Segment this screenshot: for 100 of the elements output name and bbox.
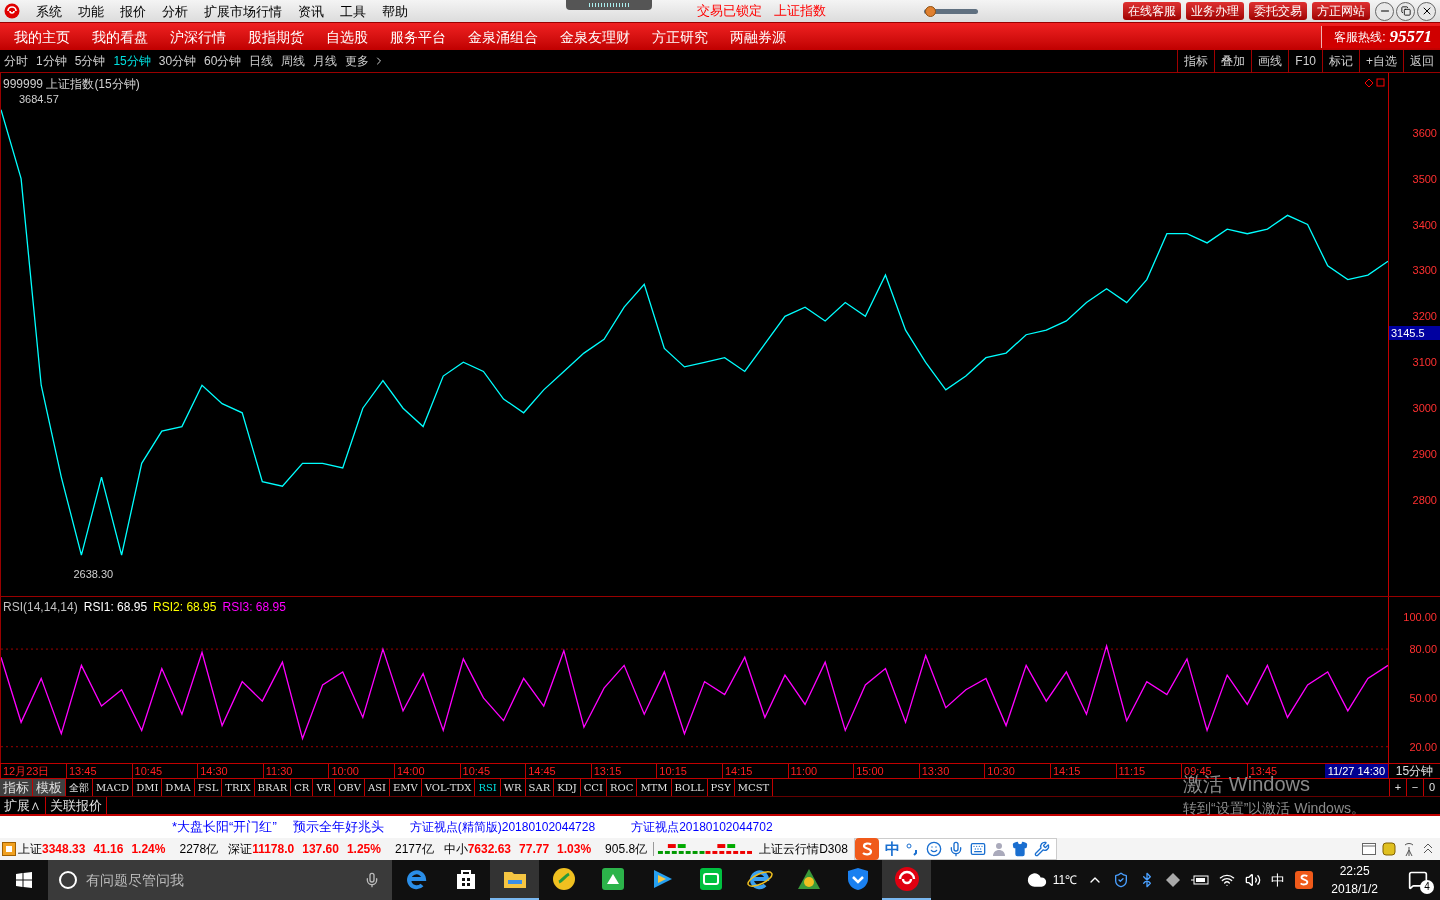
period-tab[interactable]: 5分钟 (74, 55, 106, 67)
tool-button[interactable]: 叠加 (1214, 49, 1252, 73)
quote-name: 深证 (228, 841, 253, 858)
indicator-tab[interactable]: WR (500, 779, 526, 796)
indicator-tab[interactable]: CCI (580, 779, 607, 796)
close-button[interactable] (1417, 1, 1436, 21)
time-label: 12月23日 (0, 764, 66, 778)
indicator-tab[interactable]: CR (291, 779, 314, 796)
indicator-tab[interactable]: VR (313, 779, 336, 796)
window-icon (1362, 843, 1376, 855)
indicator-tab[interactable]: 全部 (66, 779, 93, 796)
period-tab[interactable]: 60分钟 (204, 55, 242, 67)
menu-item[interactable]: 工具 (332, 4, 374, 18)
tool-button[interactable]: 返回 (1403, 49, 1440, 73)
folder-icon[interactable] (490, 860, 539, 900)
indicator-tab[interactable]: MCST (734, 779, 774, 796)
nav-item[interactable]: 股指期货 (242, 29, 310, 44)
quote-name: 上证 (18, 841, 42, 858)
period-tab[interactable]: 分时 (4, 55, 28, 67)
legend-item: RSI(14,14,14) (3, 599, 78, 616)
time-label: 15:00 (853, 764, 919, 778)
header-button[interactable]: 方正网站 (1312, 2, 1370, 20)
axis-label: 80.00 (1409, 643, 1437, 655)
zoom-button[interactable]: − (1406, 779, 1423, 796)
menu-item[interactable]: 扩展市场行情 (196, 4, 290, 18)
corner-marks-icon (1364, 78, 1386, 88)
slider-thumb[interactable] (924, 5, 936, 17)
period-tab[interactable]: 1分钟 (36, 55, 67, 67)
tool-button[interactable]: 标记 (1322, 49, 1359, 73)
nav-item[interactable]: 金泉涌组合 (462, 29, 544, 44)
index-name: 上证指数 (774, 2, 826, 21)
restore-button[interactable] (1396, 1, 1415, 21)
tool-button[interactable]: 画线 (1251, 49, 1289, 73)
indicator-tab[interactable]: VOL-TDX (421, 779, 476, 796)
arrows-up-icon (1422, 842, 1434, 856)
indicator-tab[interactable]: 模板 (33, 779, 66, 796)
news-link[interactable]: 预示全年好兆头 (292, 817, 384, 837)
indicator-tab[interactable]: FSL (194, 779, 223, 796)
nav-item[interactable]: 自选股 (320, 29, 374, 44)
header-button[interactable]: 业务办理 (1186, 2, 1244, 20)
quote-price: 7632.63 (467, 841, 512, 858)
indicator-tab[interactable]: RSI (475, 779, 501, 796)
news-link[interactable]: 方证视点(精简版)20180102044728 (409, 818, 596, 836)
wrench-icon (1033, 841, 1050, 857)
axis-label: 3400 (1412, 219, 1437, 230)
founder-app-icon[interactable] (882, 860, 931, 900)
menu-item[interactable]: 功能 (70, 4, 112, 18)
indicator-tab[interactable]: BRAR (254, 779, 292, 796)
indicator-tab[interactable]: MTM (637, 779, 672, 796)
indicator-tab[interactable]: 指标 (0, 779, 33, 796)
menu-item[interactable]: 帮助 (374, 4, 416, 18)
axis-label: 3500 (1412, 173, 1437, 185)
nav-item[interactable]: 我的主页 (8, 29, 76, 44)
cortana-icon (58, 870, 78, 890)
menu-item[interactable]: 资讯 (290, 4, 332, 18)
period-tab[interactable]: 30分钟 (158, 55, 197, 67)
microphone-icon (364, 872, 380, 888)
zoom-button[interactable]: 0 (1423, 779, 1440, 796)
indicator-tab[interactable]: DMI (133, 779, 163, 796)
zoom-button[interactable]: + (1389, 779, 1406, 796)
menu-item[interactable]: 报价 (112, 4, 154, 18)
header-button[interactable]: 委托交易 (1249, 2, 1307, 20)
news-link[interactable]: 方证视点20180102044702 (631, 818, 773, 836)
menu-item[interactable]: 分析 (154, 4, 196, 18)
indicator-tab[interactable]: BOLL (671, 779, 708, 796)
tool-button[interactable]: +自选 (1359, 49, 1403, 73)
indicator-tab[interactable]: SAR (525, 779, 555, 796)
indicator-tab[interactable]: KDJ (554, 779, 581, 796)
period-tab[interactable]: 更多 (345, 55, 386, 67)
axis-label: 3000 (1412, 402, 1437, 414)
quote-change: 137.60 (302, 841, 339, 858)
period-tab[interactable]: 月线 (313, 55, 338, 67)
indicator-tab[interactable]: DMA (162, 779, 195, 796)
nav-item[interactable]: 方正研究 (646, 29, 714, 44)
indicator-tab[interactable]: ROC (607, 779, 638, 796)
nav-item[interactable]: 服务平台 (384, 29, 452, 44)
news-link[interactable]: *大盘长阳“开门红” (172, 817, 277, 837)
indicator-tab[interactable]: EMV (389, 779, 422, 796)
time-label: 14:30 (197, 764, 263, 778)
period-tab[interactable]: 周线 (281, 55, 306, 67)
menu-item[interactable]: 系统 (28, 4, 70, 18)
tool-button[interactable]: F10 (1288, 49, 1322, 73)
tool-button[interactable]: 指标 (1177, 49, 1215, 73)
search-field[interactable]: 有问题尽管问我 (48, 860, 392, 900)
indicator-tab[interactable]: ASI (364, 779, 390, 796)
header-button[interactable]: 在线客服 (1123, 2, 1181, 20)
indicator-tab[interactable]: TRIX (222, 779, 255, 796)
nav-item[interactable]: 金泉友理财 (554, 29, 636, 44)
period-tab[interactable]: 日线 (249, 55, 274, 67)
nav-item[interactable]: 沪深行情 (164, 29, 232, 44)
nav-item[interactable]: 两融券源 (724, 29, 792, 44)
axis-label: 2800 (1412, 494, 1437, 506)
time-label: 11:15 (1115, 764, 1182, 778)
axis-label: 3300 (1412, 264, 1437, 276)
nav-item[interactable]: 我的看盘 (86, 29, 154, 44)
period-tab[interactable]: 15分钟 (113, 55, 151, 67)
minimize-button[interactable] (1375, 1, 1394, 21)
indicator-tab[interactable]: OBV (335, 779, 365, 796)
indicator-tab[interactable]: PSY (707, 779, 735, 796)
indicator-tab[interactable]: MACD (93, 779, 134, 796)
